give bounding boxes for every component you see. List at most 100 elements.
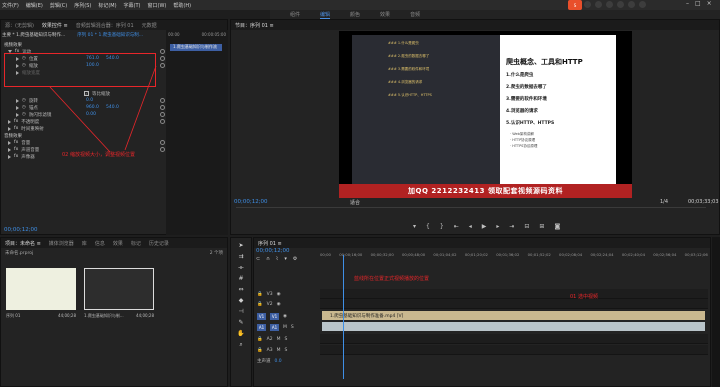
pen-icon[interactable]: ✎ (237, 319, 245, 326)
step-back-icon[interactable]: ◂ (469, 223, 472, 230)
solo-icon[interactable]: S (284, 337, 287, 342)
mute-icon[interactable]: M (283, 325, 287, 330)
timeline-toolbar: ⊂ ∩ ⌇ ▾ ⚙ (256, 256, 297, 262)
track-lane-v3[interactable] (320, 289, 708, 299)
video-clip[interactable]: 1.爬虫基础知识与制作准备.mp4 [V] (322, 311, 705, 320)
nest-icon[interactable]: ⊂ (256, 256, 260, 262)
track-lane-a3[interactable] (320, 345, 708, 355)
promo-banner: 加QQ 2212232413 领取配套视频源码资料 (339, 184, 632, 198)
tab-info[interactable]: 信息 (95, 240, 105, 247)
selection-tool-icon[interactable]: ➤ (237, 242, 245, 249)
master-label: 主声道 (257, 359, 271, 364)
track-lane-a2[interactable] (320, 334, 708, 344)
solo-icon[interactable]: S (284, 348, 287, 353)
ruler-tick: 00;00;32;00 (370, 252, 394, 257)
linked-icon[interactable]: ⌇ (276, 256, 278, 262)
track-header-a3[interactable]: 🔒 A3 M S (253, 345, 320, 355)
slide-outline-item: ### 5.认识HTTP、HTTPS (388, 93, 432, 97)
slide-subitem: · Web架构讲解 (510, 132, 534, 136)
slip-icon[interactable]: ⊣ (237, 308, 245, 315)
slide-outline-item: ### 4.浏览器的请求 (388, 80, 423, 84)
item-name: 序列 01 (6, 313, 21, 318)
track-header-v3[interactable]: 🔒 V3 ◉ (253, 289, 320, 299)
extract-icon[interactable]: ⊞ (539, 223, 544, 230)
tab-program[interactable]: 节目：序列 01 ≡ (235, 22, 274, 29)
rolling-edit-icon[interactable]: # (237, 275, 245, 282)
zoom-icon[interactable]: ⌕ (237, 341, 245, 348)
ruler-tick: 00;02;40;04 (621, 252, 646, 257)
track-label[interactable]: A1 (270, 323, 279, 331)
lift-icon[interactable]: ⊟ (524, 223, 529, 230)
tools-panel: ➤ ⇉ ⟛ # ⇔ ◆ ⊣ ✎ ✋ ⌕ (230, 237, 252, 387)
mute-icon[interactable]: M (277, 348, 281, 353)
camera-icon[interactable]: ◙ (554, 223, 560, 230)
ruler-tick: 00;01;04;02 (433, 252, 457, 257)
tab-media-browser[interactable]: 媒体浏览器 (49, 240, 74, 247)
tab-effects[interactable]: 效果 (113, 240, 123, 247)
timeline-timecode[interactable]: 00;00;12;00 (256, 248, 290, 254)
in-point-icon[interactable]: { (426, 223, 430, 230)
slide-title: 爬虫概念、工具和HTTP (506, 58, 583, 66)
snap-icon[interactable]: ∩ (266, 256, 270, 262)
slide-subitem: · HTTP协议原理 (510, 138, 536, 142)
go-to-out-icon[interactable]: ⇥ (509, 223, 514, 230)
hand-icon[interactable]: ✋ (237, 330, 245, 337)
program-scrubber[interactable] (236, 207, 706, 208)
tab-markers[interactable]: 标记 (131, 240, 141, 247)
audio-clip[interactable] (322, 322, 705, 331)
tab-history[interactable]: 历史记录 (149, 240, 169, 247)
audio-meters (712, 237, 720, 387)
program-timecode[interactable]: 00;00;12;00 (234, 199, 268, 205)
ripple-edit-icon[interactable]: ⟛ (237, 264, 245, 271)
lock-icon[interactable]: 🔒 (257, 302, 263, 307)
resolution-dropdown[interactable]: 1/4 (660, 199, 668, 205)
source-patch-a1[interactable]: A1 (257, 323, 266, 331)
mute-icon[interactable]: M (277, 337, 281, 342)
fit-dropdown[interactable]: 适合 (350, 199, 360, 206)
settings-icon[interactable]: ⚙ (293, 256, 297, 262)
add-marker-icon[interactable]: ▾ (284, 256, 287, 262)
project-item-sequence[interactable] (6, 268, 76, 310)
tab-library[interactable]: 库 (82, 240, 87, 247)
step-forward-icon[interactable]: ▸ (496, 223, 499, 230)
razor-icon[interactable]: ◆ (237, 297, 245, 304)
lock-icon[interactable]: 🔒 (257, 292, 263, 297)
playhead[interactable] (343, 255, 344, 379)
rate-stretch-icon[interactable]: ⇔ (237, 286, 245, 293)
timeline-ruler[interactable]: 00;00 00;00;16;00 00;00;32;00 00;00;48;0… (320, 252, 708, 260)
tab-project[interactable]: 项目：未命名 ≡ (5, 240, 41, 247)
annotation-scale-text: 02 缩放视频大小，调整视频位置 (62, 152, 135, 158)
track-lane-v2[interactable] (320, 299, 708, 309)
eye-icon[interactable]: ◉ (283, 314, 287, 319)
project-item-clip[interactable] (84, 268, 154, 310)
eye-icon[interactable]: ◉ (277, 302, 281, 307)
track-header-v2[interactable]: 🔒 V2 ◉ (253, 299, 320, 309)
lock-icon[interactable]: 🔒 (257, 337, 263, 342)
project-item-count: 2 个项 (209, 251, 223, 256)
track-label[interactable]: V1 (270, 312, 279, 320)
project-item-sequence-caption: 序列 01 44;00;28 (6, 313, 76, 319)
track-header-a2[interactable]: 🔒 A2 M S (253, 334, 320, 344)
ec-timecode[interactable]: 00;00;12;00 (4, 227, 38, 233)
out-point-icon[interactable]: } (440, 223, 444, 230)
ruler-tick: 00;00;48;00 (402, 252, 426, 257)
annotation-playhead-text: 蓝线所在位置正式视频播放的位置 (354, 276, 430, 282)
track-header-v1[interactable]: V1 V1 ◉ (253, 311, 320, 321)
lock-icon[interactable]: 🔒 (257, 348, 263, 353)
play-icon[interactable]: ▶ (482, 223, 487, 230)
project-name: 未命名.prproj (5, 251, 34, 256)
track-label: A3 (266, 347, 273, 353)
item-duration: 44;00;28 (136, 313, 154, 318)
marker-icon[interactable]: ▾ (413, 223, 416, 230)
proj-tabbar: 项目：未命名 ≡ 媒体浏览器 库 信息 效果 标记 历史记录 (1, 238, 227, 248)
track-select-icon[interactable]: ⇉ (237, 253, 245, 260)
source-patch-v1[interactable]: V1 (257, 312, 266, 320)
solo-icon[interactable]: S (291, 325, 294, 330)
go-to-in-icon[interactable]: ⇤ (454, 223, 459, 230)
tab-sequence[interactable]: 序列 01 ≡ (258, 240, 282, 247)
eye-icon[interactable]: ◉ (277, 292, 281, 297)
master-value[interactable]: 0.0 (275, 359, 282, 364)
track-header-master[interactable]: 主声道 0.0 (253, 356, 320, 366)
slide-outline-item: ### 1.什么是爬虫 (388, 41, 419, 45)
track-header-a1[interactable]: A1 A1 M S (253, 322, 320, 332)
